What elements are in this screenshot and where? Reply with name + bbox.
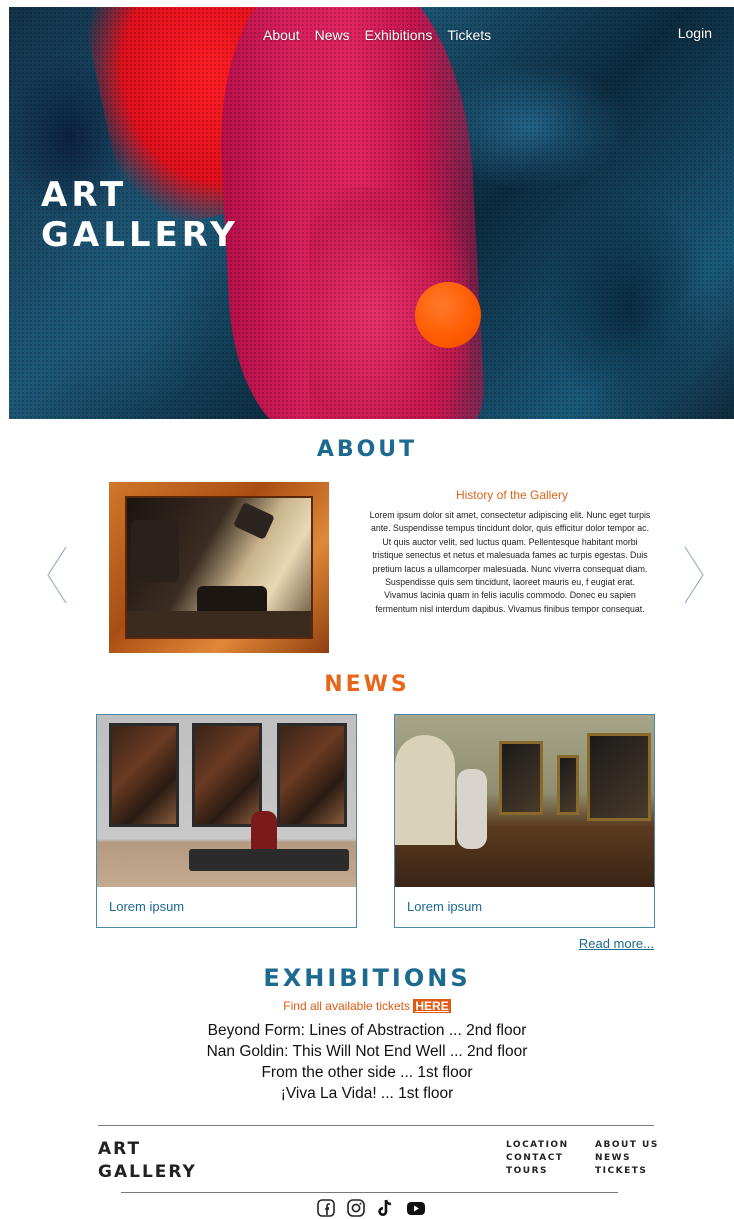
footer-link-tickets[interactable]: TICKETS — [595, 1165, 659, 1178]
news-card-caption[interactable]: Lorem ipsum — [97, 887, 356, 914]
facebook-icon[interactable] — [316, 1199, 336, 1217]
footer-link-contact[interactable]: CONTACT — [506, 1152, 569, 1165]
footer-link-news[interactable]: NEWS — [595, 1152, 659, 1165]
login-link[interactable]: Login — [678, 25, 712, 41]
footer-link-about-us[interactable]: ABOUT US — [595, 1139, 659, 1152]
news-painting — [277, 723, 347, 827]
news-bench — [189, 849, 349, 871]
news-arch — [395, 735, 455, 845]
news-painting — [557, 755, 579, 815]
social-links — [316, 1199, 426, 1217]
news-painting — [587, 733, 651, 821]
hero-banner: About News Exhibitions Tickets Login ART… — [9, 7, 734, 419]
history-title: History of the Gallery — [455, 488, 569, 502]
news-card-caption[interactable]: Lorem ipsum — [395, 887, 654, 914]
nav-news[interactable]: News — [315, 27, 350, 43]
footer-logo-line1: ART — [98, 1139, 142, 1159]
instagram-icon[interactable] — [346, 1199, 366, 1217]
hero-orange-dot — [415, 282, 481, 348]
exhibition-item: ¡Viva La Vida! ... 1st floor — [280, 1085, 454, 1102]
footer-divider-bottom — [121, 1192, 618, 1193]
typewriter-photo — [125, 496, 313, 639]
news-painting — [192, 723, 262, 827]
footer-links-col-2: ABOUT US NEWS TICKETS — [595, 1139, 659, 1178]
news-card[interactable]: Lorem ipsum — [96, 714, 357, 928]
photo-desk — [127, 611, 311, 637]
nav-exhibitions[interactable]: Exhibitions — [365, 27, 433, 43]
tickets-here-link[interactable]: HERE — [413, 999, 451, 1013]
footer-link-location[interactable]: LOCATION — [506, 1139, 569, 1152]
nav-about[interactable]: About — [263, 27, 300, 43]
footer-logo[interactable]: ART GALLERY — [98, 1138, 197, 1184]
news-image-museum-hall — [395, 715, 654, 887]
exhibitions-heading: EXHIBITIONS — [263, 964, 471, 992]
about-heading: ABOUT — [316, 437, 418, 462]
history-text: Lorem ipsum dolor sit amet, consectetur … — [369, 510, 651, 614]
news-visitor — [251, 811, 277, 853]
about-framed-photo — [109, 482, 329, 653]
news-heading: NEWS — [324, 672, 410, 697]
carousel-next-arrow-icon[interactable] — [683, 545, 705, 605]
hero-title-line1: ART — [41, 175, 128, 215]
photo-old-tv — [131, 520, 179, 582]
exhibitions-list: Beyond Form: Lines of Abstraction ... 2n… — [0, 1020, 734, 1104]
news-painting — [109, 723, 179, 827]
main-nav: About News Exhibitions Tickets — [263, 27, 491, 43]
read-more-link[interactable]: Read more... — [579, 936, 654, 951]
youtube-icon[interactable] — [406, 1199, 426, 1217]
news-statue — [457, 769, 487, 849]
news-image-gallery-visitor — [97, 715, 356, 887]
tickets-text: Find all available tickets — [283, 999, 411, 1013]
exhibition-item: Beyond Form: Lines of Abstraction ... 2n… — [207, 1022, 527, 1039]
footer-link-tours[interactable]: TOURS — [506, 1165, 569, 1178]
photo-lamp — [233, 502, 275, 540]
exhibition-item: Nan Goldin: This Will Not End Well ... 2… — [206, 1043, 528, 1060]
news-painting — [499, 741, 543, 815]
tickets-line: Find all available tickets HERE — [0, 999, 734, 1013]
exhibition-item: From the other side ... 1st floor — [261, 1064, 473, 1081]
footer-divider-top — [98, 1125, 654, 1126]
carousel-prev-arrow-icon[interactable] — [46, 545, 68, 605]
hero-title: ART GALLERY — [41, 175, 239, 255]
hero-title-line2: GALLERY — [41, 215, 239, 255]
nav-tickets[interactable]: Tickets — [447, 27, 491, 43]
tiktok-icon[interactable] — [376, 1199, 396, 1217]
footer-links-col-1: LOCATION CONTACT TOURS — [506, 1139, 569, 1178]
footer-logo-line2: GALLERY — [98, 1162, 197, 1182]
news-card[interactable]: Lorem ipsum — [394, 714, 655, 928]
